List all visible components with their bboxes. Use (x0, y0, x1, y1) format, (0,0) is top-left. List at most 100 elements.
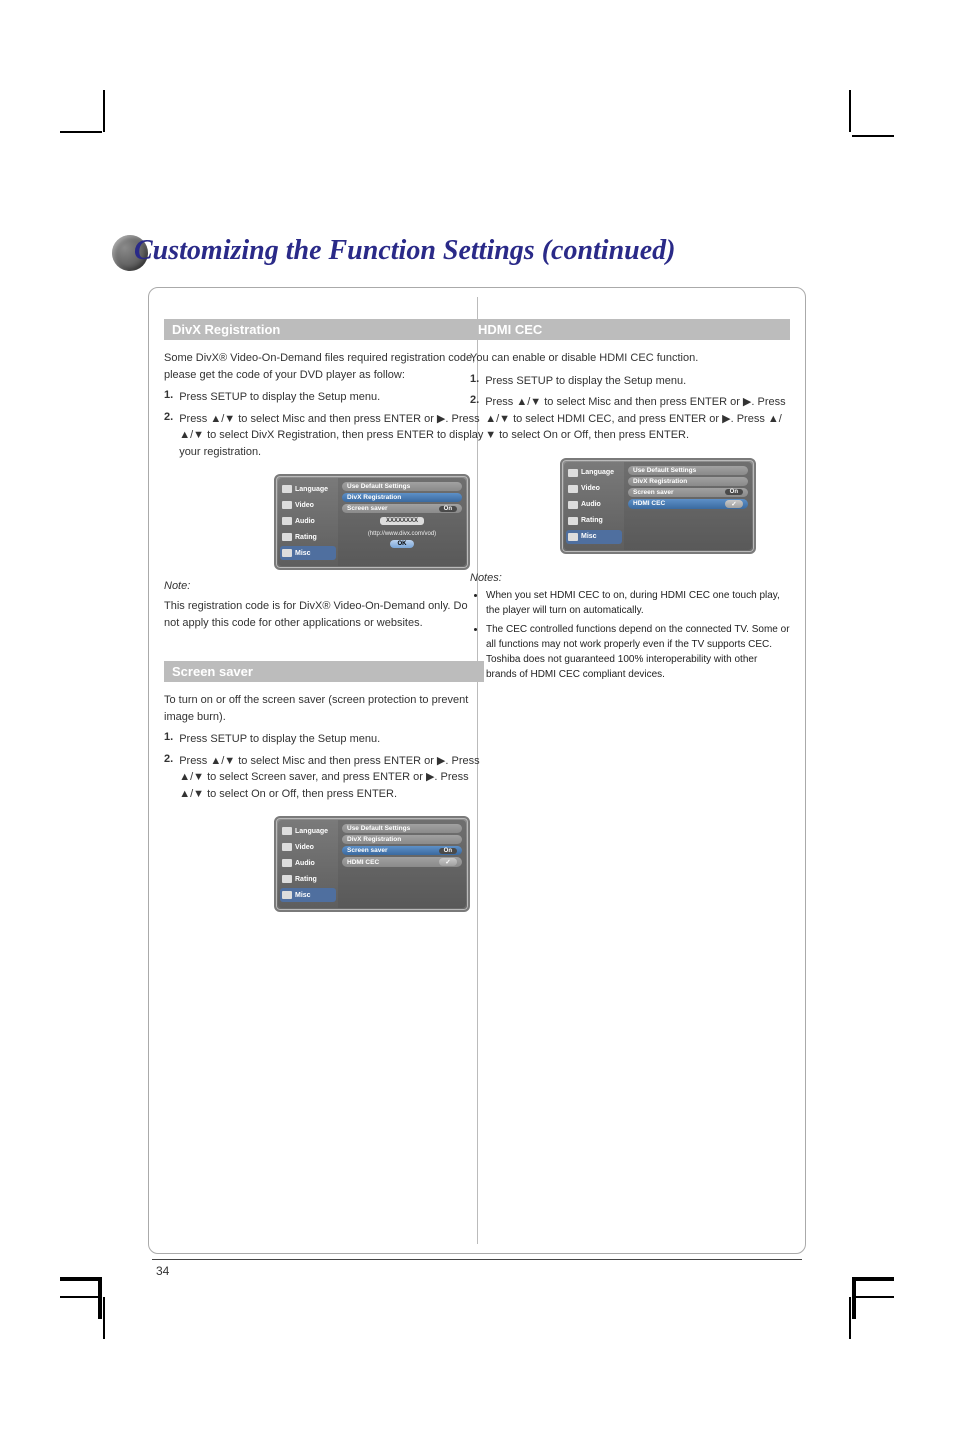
osd-row-label: Screen saver (347, 505, 387, 512)
osd-row-label: DivX Registration (347, 494, 401, 501)
osd-tab-rating: Rating (280, 872, 336, 886)
osd-tab-misc: Misc (566, 530, 622, 544)
osd-row-defaults: Use Default Settings (342, 824, 462, 833)
osd-tab-language: Language (280, 824, 336, 838)
globe-icon (282, 485, 292, 493)
audio-icon (282, 859, 292, 867)
osd-divx-url: (http://www.divx.com/vod) (342, 531, 462, 537)
misc-icon (282, 549, 292, 557)
globe-icon (282, 827, 292, 835)
footer-rule (152, 1259, 802, 1260)
osd-row-label: HDMI CEC (347, 859, 379, 866)
step-text: Press SETUP to display the Setup menu. (179, 731, 380, 748)
page-content: Customizing the Function Settings (conti… (106, 135, 848, 1294)
osd-row-value: On (725, 489, 743, 495)
hdmi-note-item: The CEC controlled functions depend on t… (486, 622, 790, 682)
checkmark-icon: ✓ (725, 500, 743, 508)
hdmi-step-1: 1. Press SETUP to display the Setup menu… (470, 373, 790, 390)
osd-content: Use Default Settings DivX Registration S… (624, 462, 752, 550)
osd-row-label: Screen saver (633, 489, 673, 496)
osd-tab-label: Audio (581, 501, 601, 508)
osd-row-label: HDMI CEC (633, 500, 665, 507)
osd-row-value: On (439, 506, 457, 512)
osd-sidebar: Language Video Audio Rating Misc (278, 478, 338, 566)
crop-mark (60, 131, 102, 133)
osd-row-screensaver: Screen saver On (342, 504, 462, 513)
osd-tab-label: Rating (295, 534, 317, 541)
left-column: DivX Registration Some DivX® Video-On-De… (164, 297, 484, 1244)
osd-content: Use Default Settings DivX Registration S… (338, 478, 466, 566)
osd-tab-language: Language (566, 466, 622, 480)
rating-icon (282, 875, 292, 883)
osd-row-divx-registration: DivX Registration (342, 493, 462, 502)
print-corner-icon (60, 1277, 102, 1319)
divx-note-label: Note: (164, 580, 484, 592)
divx-step-1: 1. Press SETUP to display the Setup menu… (164, 389, 484, 406)
osd-tab-video: Video (280, 840, 336, 854)
step-number: 2. (164, 411, 173, 461)
osd-row-label: Use Default Settings (347, 825, 410, 832)
divx-intro: Some DivX® Video-On-Demand files require… (164, 350, 484, 383)
osd-tab-misc: Misc (280, 546, 336, 560)
osd-tab-rating: Rating (566, 514, 622, 528)
osd-tab-rating: Rating (280, 530, 336, 544)
step-text: Press ▲/▼ to select Misc and then press … (179, 411, 484, 461)
rating-icon (568, 517, 578, 525)
osd-row-label: DivX Registration (633, 478, 687, 485)
osd-tab-label: Audio (295, 518, 315, 525)
osd-tab-audio: Audio (280, 514, 336, 528)
osd-tab-video: Video (280, 498, 336, 512)
osd-tab-label: Rating (295, 876, 317, 883)
osd-tab-label: Rating (581, 517, 603, 524)
osd-ok-button: OK (390, 540, 414, 548)
screensaver-step-1: 1. Press SETUP to display the Setup menu… (164, 731, 484, 748)
hdmi-step-2: 2. Press ▲/▼ to select Misc and then pre… (470, 394, 790, 444)
osd-divx-panel: XXXXXXXX (http://www.divx.com/vod) OK (342, 515, 462, 548)
osd-tab-label: Video (581, 485, 600, 492)
osd-screenshot-screensaver: Language Video Audio Rating Misc Use Def… (274, 816, 470, 912)
crop-mark (849, 90, 851, 132)
screensaver-step-2: 2. Press ▲/▼ to select Misc and then pre… (164, 753, 484, 803)
hdmi-note-item: When you set HDMI CEC to on, during HDMI… (486, 588, 790, 618)
divx-note-text: This registration code is for DivX® Vide… (164, 598, 484, 631)
video-icon (282, 501, 292, 509)
screensaver-intro: To turn on or off the screen saver (scre… (164, 692, 484, 725)
osd-tab-label: Audio (295, 860, 315, 867)
hdmi-intro: You can enable or disable HDMI CEC funct… (470, 350, 790, 367)
osd-tab-label: Misc (295, 550, 311, 557)
osd-sidebar: Language Video Audio Rating Misc (278, 820, 338, 908)
step-text: Press ▲/▼ to select Misc and then press … (179, 753, 484, 803)
osd-tab-label: Language (295, 828, 328, 835)
osd-tab-language: Language (280, 482, 336, 496)
step-number: 1. (164, 389, 173, 406)
globe-icon (568, 469, 578, 477)
osd-row-label: Screen saver (347, 847, 387, 854)
crop-mark (849, 1297, 851, 1339)
osd-tab-video: Video (566, 482, 622, 496)
step-text: Press ▲/▼ to select Misc and then press … (485, 394, 790, 444)
section-heading-screensaver: Screen saver (164, 661, 484, 682)
osd-row-defaults: Use Default Settings (628, 466, 748, 475)
hdmi-notes-label: Notes: (470, 572, 790, 584)
checkmark-icon: ✓ (439, 858, 457, 866)
step-number: 2. (164, 753, 173, 803)
osd-content: Use Default Settings DivX Registration S… (338, 820, 466, 908)
osd-tab-label: Misc (295, 892, 311, 899)
rating-icon (282, 533, 292, 541)
osd-row-label: Use Default Settings (633, 467, 696, 474)
misc-icon (568, 533, 578, 541)
step-number: 1. (164, 731, 173, 748)
osd-row-screensaver: Screen saver On (342, 846, 462, 855)
step-number: 2. (470, 394, 479, 444)
osd-row-screensaver: Screen saver On (628, 488, 748, 497)
osd-row-hdmi-cec: HDMI CEC ✓ (628, 499, 748, 509)
divx-step-2: 2. Press ▲/▼ to select Misc and then pre… (164, 411, 484, 461)
step-text: Press SETUP to display the Setup menu. (179, 389, 380, 406)
osd-row-hdmi-cec: HDMI CEC ✓ (342, 857, 462, 867)
crop-mark (852, 135, 894, 137)
section-heading-divx: DivX Registration (164, 319, 484, 340)
video-icon (568, 485, 578, 493)
osd-registration-code: XXXXXXXX (380, 517, 424, 525)
osd-tab-audio: Audio (280, 856, 336, 870)
osd-tab-label: Misc (581, 533, 597, 540)
